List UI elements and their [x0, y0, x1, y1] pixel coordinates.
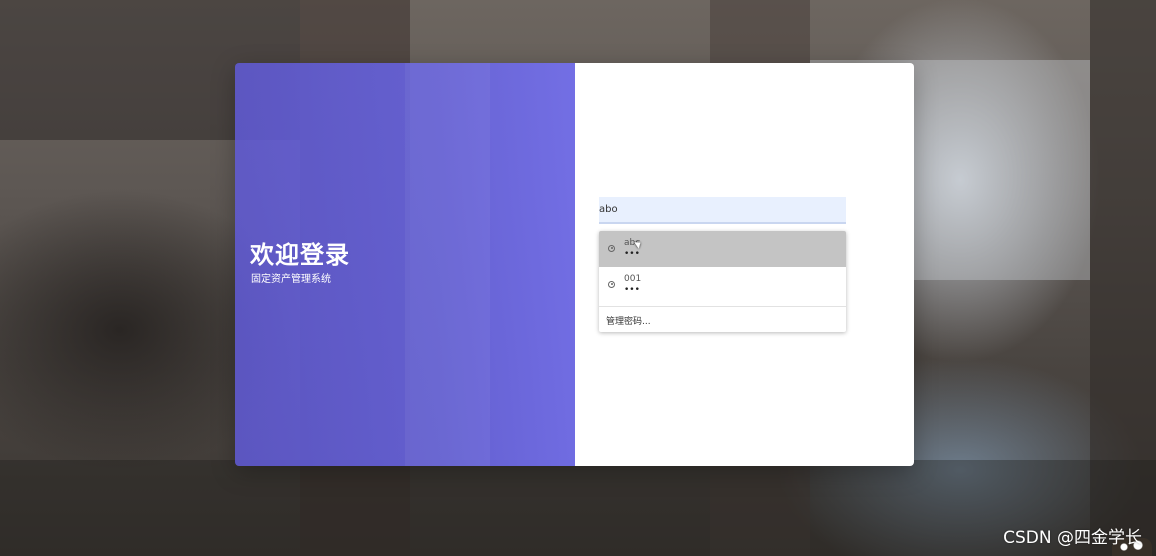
suggestion-username: 001 [624, 274, 642, 284]
suggestion-password-mask: ••• [624, 249, 640, 259]
welcome-subtitle: 固定资产管理系统 [251, 274, 331, 285]
autofill-suggestion-abc[interactable]: abc ••• [599, 231, 846, 267]
suggestion-password-mask: ••• [624, 285, 640, 295]
panel-sheen [405, 63, 490, 466]
username-input[interactable] [599, 197, 846, 224]
welcome-title: 欢迎登录 [250, 241, 350, 269]
watermark: CSDN @四金学长 [1003, 528, 1142, 548]
manage-passwords-link[interactable]: 管理密码... [606, 314, 651, 327]
background-shape [0, 460, 1156, 556]
key-icon [608, 281, 615, 288]
key-icon [608, 245, 615, 252]
autofill-dropdown: abc ••• 001 ••• 管理密码... [599, 231, 846, 332]
login-card: 欢迎登录 固定资产管理系统 abc ••• 001 ••• 管理密码... [235, 63, 914, 466]
login-form-panel: abc ••• 001 ••• 管理密码... [575, 63, 914, 466]
autofill-suggestion-001[interactable]: 001 ••• [599, 267, 846, 307]
background-photo: 欢迎登录 固定资产管理系统 abc ••• 001 ••• 管理密码... [0, 0, 1156, 556]
welcome-panel: 欢迎登录 固定资产管理系统 [235, 63, 575, 466]
